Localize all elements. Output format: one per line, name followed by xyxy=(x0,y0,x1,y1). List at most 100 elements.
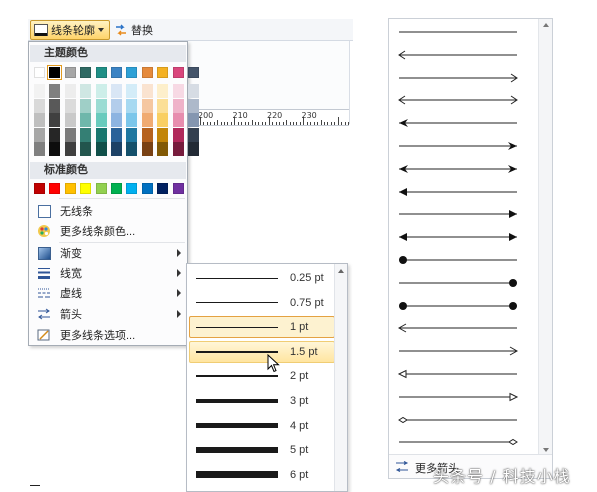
color-swatch[interactable] xyxy=(188,98,199,113)
standard-color-swatch[interactable] xyxy=(141,183,153,194)
color-swatch[interactable] xyxy=(95,67,107,78)
color-swatch[interactable] xyxy=(126,67,138,78)
gradient-item[interactable]: 渐变 xyxy=(30,243,186,263)
submenu-scrollbar[interactable] xyxy=(334,264,347,491)
color-swatch[interactable] xyxy=(141,113,153,127)
standard-color-swatch[interactable] xyxy=(172,183,184,194)
line-weight-option[interactable]: 0.25 pt xyxy=(189,267,335,289)
dashes-item[interactable]: 虚线 xyxy=(30,283,186,303)
color-swatch[interactable] xyxy=(126,84,138,98)
arrows-item[interactable]: 箭头 xyxy=(30,304,186,324)
standard-color-swatch[interactable] xyxy=(126,183,138,194)
standard-color-swatch[interactable] xyxy=(80,183,92,194)
line-weight-option[interactable]: 4 pt xyxy=(189,415,335,437)
line-weight-option[interactable]: 1 pt xyxy=(189,316,335,339)
line-weight-option[interactable]: 6 pt xyxy=(189,464,335,486)
scroll-up-icon[interactable] xyxy=(338,269,344,273)
color-swatch[interactable] xyxy=(172,113,184,127)
standard-color-swatch[interactable] xyxy=(157,183,169,194)
color-swatch[interactable] xyxy=(111,84,122,98)
arrow-style-option[interactable] xyxy=(395,67,521,89)
color-swatch[interactable] xyxy=(34,142,45,156)
color-swatch[interactable] xyxy=(80,113,92,127)
color-swatch[interactable] xyxy=(157,142,169,156)
line-weight-option[interactable]: 5 pt xyxy=(189,439,335,461)
color-swatch[interactable] xyxy=(157,67,169,78)
arrow-style-option[interactable] xyxy=(395,409,521,431)
arrow-style-option[interactable] xyxy=(395,112,521,134)
scroll-up-icon[interactable] xyxy=(543,23,549,27)
standard-color-swatch[interactable] xyxy=(111,183,122,194)
line-weight-option[interactable]: 3 pt xyxy=(189,390,335,412)
color-swatch[interactable] xyxy=(95,142,107,156)
color-swatch[interactable] xyxy=(34,84,45,98)
color-swatch[interactable] xyxy=(141,142,153,156)
no-line-item[interactable]: 无线条 xyxy=(30,201,186,221)
color-swatch[interactable] xyxy=(64,84,76,98)
scroll-down-icon[interactable] xyxy=(543,448,549,452)
color-swatch[interactable] xyxy=(126,142,138,156)
color-swatch[interactable] xyxy=(80,142,92,156)
color-swatch[interactable] xyxy=(111,98,122,113)
color-swatch[interactable] xyxy=(80,67,92,78)
color-swatch[interactable] xyxy=(34,98,45,113)
color-swatch[interactable] xyxy=(64,127,76,142)
arrow-style-option[interactable] xyxy=(395,89,521,111)
chevron-down-icon[interactable] xyxy=(98,28,104,32)
color-swatch[interactable] xyxy=(126,98,138,113)
color-swatch[interactable] xyxy=(95,98,107,113)
gallery-scrollbar[interactable] xyxy=(538,19,552,456)
color-swatch[interactable] xyxy=(188,142,199,156)
color-swatch[interactable] xyxy=(141,67,153,78)
color-swatch[interactable] xyxy=(157,127,169,142)
color-swatch[interactable] xyxy=(172,67,184,78)
color-swatch[interactable] xyxy=(49,84,61,98)
color-swatch[interactable] xyxy=(188,113,199,127)
color-swatch[interactable] xyxy=(188,67,199,78)
arrow-style-option[interactable] xyxy=(395,226,521,248)
arrow-style-option[interactable] xyxy=(395,317,521,339)
color-swatch[interactable] xyxy=(157,113,169,127)
color-swatch[interactable] xyxy=(188,84,199,98)
arrow-style-option[interactable] xyxy=(395,135,521,157)
shape-outline-button[interactable]: 线条轮廓 xyxy=(30,20,110,40)
more-colors-item[interactable]: 更多线条颜色... xyxy=(30,221,186,241)
arrow-style-option[interactable] xyxy=(395,363,521,385)
color-swatch[interactable] xyxy=(49,113,61,127)
color-swatch[interactable] xyxy=(49,142,61,156)
line-weight-item[interactable]: 线宽 xyxy=(30,263,186,283)
arrow-style-option[interactable] xyxy=(395,386,521,408)
arrow-style-option[interactable] xyxy=(395,272,521,294)
arrow-style-option[interactable] xyxy=(395,181,521,203)
color-swatch[interactable] xyxy=(34,127,45,142)
arrow-style-option[interactable] xyxy=(395,295,521,317)
color-swatch[interactable] xyxy=(126,113,138,127)
color-swatch[interactable] xyxy=(64,67,76,78)
standard-color-swatch[interactable] xyxy=(34,183,45,194)
color-swatch[interactable] xyxy=(157,98,169,113)
color-swatch[interactable] xyxy=(172,98,184,113)
color-swatch[interactable] xyxy=(49,98,61,113)
color-swatch[interactable] xyxy=(64,142,76,156)
arrow-style-option[interactable] xyxy=(395,340,521,362)
color-swatch[interactable] xyxy=(111,113,122,127)
arrow-style-option[interactable] xyxy=(395,203,521,225)
color-swatch[interactable] xyxy=(157,84,169,98)
arrow-style-option[interactable] xyxy=(395,158,521,180)
color-swatch[interactable] xyxy=(95,127,107,142)
arrow-style-option[interactable] xyxy=(395,21,521,43)
color-swatch[interactable] xyxy=(47,65,63,80)
color-swatch[interactable] xyxy=(141,98,153,113)
color-swatch[interactable] xyxy=(80,127,92,142)
color-swatch[interactable] xyxy=(111,127,122,142)
arrow-style-option[interactable] xyxy=(395,44,521,66)
arrow-style-option[interactable] xyxy=(395,249,521,271)
line-weight-option[interactable]: 2 pt xyxy=(189,365,335,387)
arrow-style-option[interactable] xyxy=(395,431,521,453)
color-swatch[interactable] xyxy=(141,84,153,98)
color-swatch[interactable] xyxy=(80,84,92,98)
line-weight-option[interactable]: 1.5 pt xyxy=(189,340,335,363)
color-swatch[interactable] xyxy=(49,127,61,142)
color-swatch[interactable] xyxy=(64,113,76,127)
color-swatch[interactable] xyxy=(172,142,184,156)
